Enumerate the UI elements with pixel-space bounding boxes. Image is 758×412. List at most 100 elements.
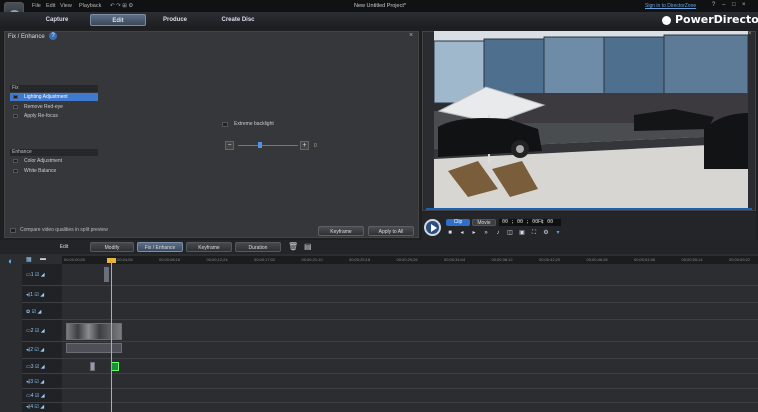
menu-edit[interactable]: Edit — [46, 3, 55, 9]
tab-create-disc[interactable]: Create Disc — [210, 14, 266, 26]
window-icon[interactable]: ▣ — [518, 229, 526, 237]
checkbox[interactable] — [13, 114, 18, 118]
help-button[interactable]: ? — [712, 2, 715, 8]
fix-enhance-button[interactable]: Fix / Enhance — [137, 242, 183, 252]
track-divider — [22, 402, 758, 403]
lighting-slider[interactable] — [238, 145, 298, 146]
panel-title: Fix / Enhance — [8, 34, 45, 40]
track-control-audio-4[interactable]: ◂)4 ☑ ◢ — [26, 404, 60, 410]
checkbox[interactable] — [13, 105, 18, 109]
multitrack-icon[interactable]: ▤ — [304, 242, 312, 251]
slider-decrease-button[interactable]: − — [225, 141, 234, 150]
item-white-balance[interactable]: White Balance — [10, 167, 98, 175]
fast-forward-icon[interactable]: » — [482, 229, 490, 237]
track-control-video-3[interactable]: ▭3 ☑ ◢ — [26, 364, 60, 370]
preview-video — [434, 31, 748, 208]
trash-icon[interactable]: 🗑 — [288, 242, 298, 251]
close-icon[interactable]: × — [409, 32, 413, 39]
menu-view[interactable]: View — [60, 3, 72, 9]
slider-increase-button[interactable]: + — [300, 141, 309, 150]
ruler-tick: 00;00;17;02 — [254, 257, 276, 262]
undo-icon[interactable]: ↶ ↷ ⊞ ⚙ — [110, 3, 133, 9]
track-number: 1 — [30, 292, 33, 298]
item-remove-red-eye[interactable]: Remove Red-eye — [10, 103, 98, 111]
clip-mode-button[interactable]: Clip — [446, 219, 470, 226]
slider-thumb[interactable] — [258, 142, 262, 148]
track-control-audio-3[interactable]: ◂)3 ☑ ◢ — [26, 379, 60, 385]
timecode-display[interactable]: 00 ; 00 ; 00 ; 00 — [499, 219, 561, 226]
checkbox[interactable] — [13, 95, 18, 99]
item-lighting-adjustment[interactable]: Lighting Adjustment — [10, 93, 98, 101]
menu-file[interactable]: File — [32, 3, 41, 9]
item-label: Remove Red-eye — [24, 104, 63, 110]
ruler-tick: 00;00;59;22 — [729, 257, 751, 262]
track-control-audio-1[interactable]: ◂)1 ☑ ◢ — [26, 292, 60, 298]
apply-to-all-button[interactable]: Apply to All — [368, 226, 414, 236]
track-control-audio-2[interactable]: ◂)2 ☑ ◢ — [26, 347, 60, 353]
ruler-tick: 00;00;00;00 — [64, 257, 86, 262]
timeline-view-icon[interactable]: ◐ — [8, 256, 22, 268]
item-label: Apply Re-focus — [24, 113, 58, 119]
timeline-audio-clip[interactable] — [66, 343, 122, 353]
modify-button[interactable]: Modify — [90, 242, 134, 252]
time-ruler[interactable]: 00;00;00;00 00;00;04;08 00;00;08;16 00;00;1… — [62, 256, 758, 264]
enhance-group-header: Enhance — [10, 149, 98, 156]
play-button[interactable] — [424, 219, 441, 236]
movie-mode-button[interactable]: Movie — [472, 219, 496, 226]
stop-icon[interactable]: ■ — [446, 229, 454, 237]
ruler-tick: 00;00;08;16 — [159, 257, 181, 262]
item-apply-refocus[interactable]: Apply Re-focus — [10, 112, 98, 120]
track-number: 1 — [30, 272, 34, 278]
duration-button[interactable]: Duration — [235, 242, 281, 252]
settings-icon[interactable]: ⚙ — [542, 229, 550, 237]
volume-icon[interactable]: ♪ — [494, 229, 502, 237]
project-title: New Untitled Project* — [354, 3, 406, 9]
timeline-clip-selected[interactable] — [111, 362, 119, 371]
close-button[interactable]: × — [742, 2, 746, 8]
next-frame-icon[interactable]: ▸ — [470, 229, 478, 237]
maximize-button[interactable]: □ — [732, 2, 736, 8]
snapshot-icon[interactable]: ◫ — [506, 229, 514, 237]
tab-capture[interactable]: Capture — [32, 14, 82, 26]
slider-value: 0 — [314, 143, 317, 149]
item-color-adjustment[interactable]: Color Adjustment — [10, 157, 98, 165]
keyframe-button[interactable]: Keyframe — [318, 226, 364, 236]
storyboard-icon[interactable]: ▦ — [26, 256, 32, 263]
zoom-select[interactable]: Fit — [538, 219, 544, 225]
help-icon[interactable]: ? — [49, 32, 57, 40]
timeline-clip[interactable] — [90, 362, 95, 371]
timeline-clip[interactable] — [104, 267, 109, 282]
ruler-tick: 00;00;55;14 — [681, 257, 703, 262]
compare-label: Compare video qualities in split preview — [20, 227, 108, 233]
track-divider — [22, 358, 758, 359]
undock-icon[interactable]: × — [748, 31, 752, 37]
dropdown-icon[interactable]: ▾ — [554, 229, 562, 237]
extreme-backlight-label: Extreme backlight — [234, 121, 274, 127]
ruler-tick: 00;00;12;24 — [206, 257, 228, 262]
checkbox[interactable] — [13, 169, 18, 173]
timeline-clip[interactable] — [66, 323, 122, 340]
compare-checkbox[interactable] — [10, 228, 16, 233]
track-headers — [22, 264, 62, 412]
tab-produce[interactable]: Produce — [150, 14, 200, 26]
tab-edit-tools[interactable]: Edit — [46, 242, 82, 252]
keyframe-tool-button[interactable]: Keyframe — [186, 242, 232, 252]
timeline-icon[interactable]: ▬ — [40, 256, 46, 262]
track-control-video-1[interactable]: ▭1 ☑ ◢ — [26, 272, 60, 278]
tab-edit[interactable]: Edit — [90, 14, 146, 26]
minimize-button[interactable]: – — [722, 2, 725, 8]
ruler-tick: 00;00;38;12 — [491, 257, 513, 262]
sign-in-link[interactable]: Sign in to DirectorZone — [645, 3, 696, 9]
checkbox[interactable] — [13, 159, 18, 163]
track-control-effects[interactable]: ✿ ☑ ◢ — [26, 309, 60, 315]
fullscreen-icon[interactable]: ⛶ — [530, 229, 538, 237]
playhead[interactable] — [111, 260, 112, 412]
preview-progress[interactable] — [426, 208, 752, 210]
extreme-backlight-checkbox[interactable] — [222, 122, 228, 127]
track-control-video-4[interactable]: ▭4 ☑ ◢ — [26, 393, 60, 399]
track-divider — [22, 302, 758, 303]
prev-frame-icon[interactable]: ◂ — [458, 229, 466, 237]
ruler-tick: 00;00;42;20 — [539, 257, 561, 262]
track-control-video-2[interactable]: ▭2 ☑ ◢ — [26, 328, 60, 334]
menu-playback[interactable]: Playback — [79, 3, 101, 9]
